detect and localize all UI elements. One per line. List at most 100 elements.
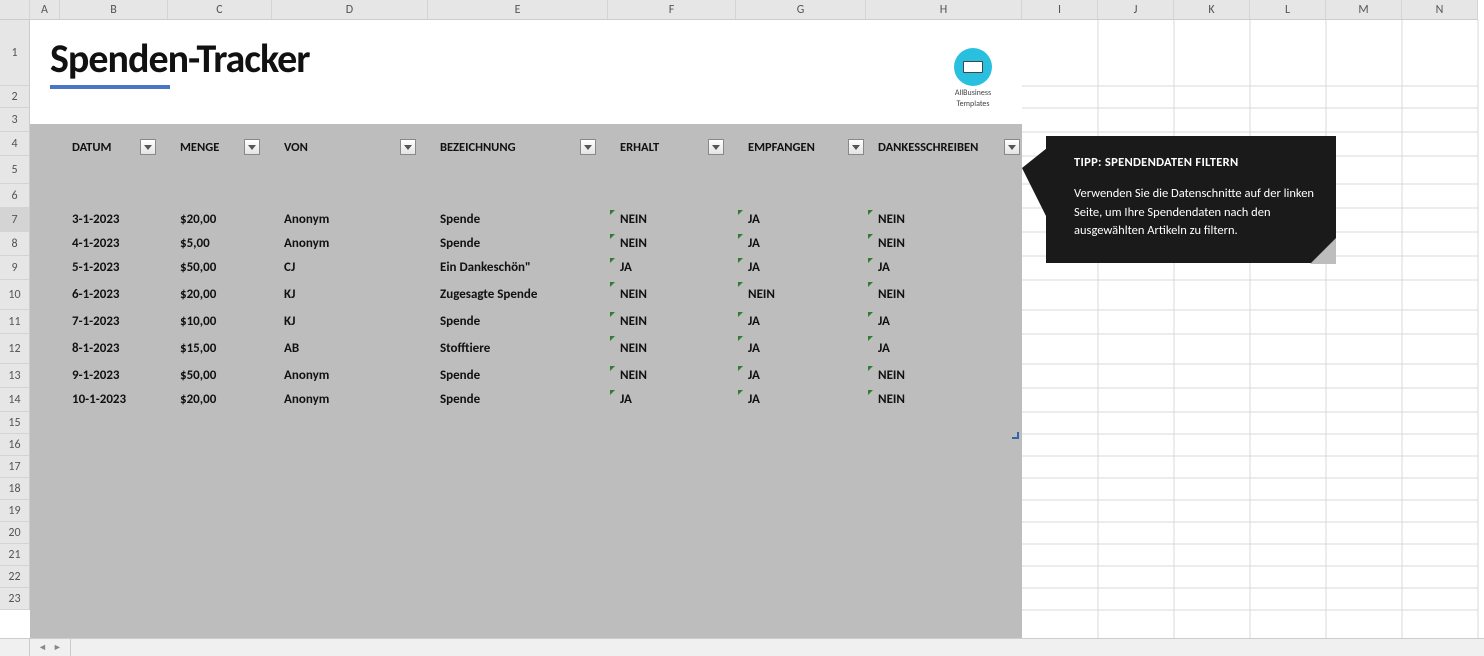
cell-menge[interactable]: $15,00 bbox=[180, 341, 216, 356]
cell-datum[interactable]: 4-1-2023 bbox=[72, 236, 120, 251]
cell-dank[interactable]: NEIN bbox=[878, 212, 905, 227]
column-header-H[interactable]: H bbox=[866, 0, 1022, 19]
row-header-3[interactable]: 3 bbox=[0, 108, 30, 132]
cell-bezeichnung[interactable]: Spende bbox=[440, 368, 480, 383]
column-header-E[interactable]: E bbox=[428, 0, 608, 19]
row-header-17[interactable]: 17 bbox=[0, 456, 30, 478]
tab-nav-next-icon[interactable]: ► bbox=[53, 642, 62, 653]
header-bezeichnung-filter-button[interactable] bbox=[580, 139, 596, 155]
cell-empfangen[interactable]: NEIN bbox=[748, 287, 775, 302]
row-header-20[interactable]: 20 bbox=[0, 522, 30, 544]
header-empfangen-filter-button[interactable] bbox=[848, 139, 864, 155]
header-von-filter-button[interactable] bbox=[400, 139, 416, 155]
cell-datum[interactable]: 6-1-2023 bbox=[72, 287, 120, 302]
cell-dank[interactable]: JA bbox=[878, 341, 890, 356]
row-header-8[interactable]: 8 bbox=[0, 232, 30, 256]
row-header-22[interactable]: 22 bbox=[0, 566, 30, 588]
column-header-D[interactable]: D bbox=[272, 0, 428, 19]
row-header-6[interactable]: 6 bbox=[0, 184, 30, 208]
cell-datum[interactable]: 5-1-2023 bbox=[72, 260, 120, 275]
column-header-N[interactable]: N bbox=[1402, 0, 1478, 19]
cell-menge[interactable]: $20,00 bbox=[180, 392, 216, 407]
column-header-B[interactable]: B bbox=[60, 0, 168, 19]
cell-von[interactable]: KJ bbox=[284, 287, 295, 302]
cell-datum[interactable]: 7-1-2023 bbox=[72, 314, 120, 329]
cell-erhalt[interactable]: NEIN bbox=[620, 341, 647, 356]
cell-menge[interactable]: $50,00 bbox=[180, 260, 216, 275]
cell-datum[interactable]: 8-1-2023 bbox=[72, 341, 120, 356]
cell-empfangen[interactable]: JA bbox=[748, 368, 760, 383]
row-header-18[interactable]: 18 bbox=[0, 478, 30, 500]
cell-dank[interactable]: NEIN bbox=[878, 236, 905, 251]
cell-dank[interactable]: NEIN bbox=[878, 392, 905, 407]
cell-von[interactable]: KJ bbox=[284, 314, 295, 329]
cell-menge[interactable]: $20,00 bbox=[180, 212, 216, 227]
cell-erhalt[interactable]: NEIN bbox=[620, 236, 647, 251]
column-header-J[interactable]: J bbox=[1098, 0, 1174, 19]
select-all-button[interactable] bbox=[0, 0, 30, 19]
row-header-4[interactable]: 4 bbox=[0, 132, 30, 156]
row-header-13[interactable]: 13 bbox=[0, 364, 30, 388]
cell-erhalt[interactable]: JA bbox=[620, 392, 632, 407]
cell-menge[interactable]: $5,00 bbox=[180, 236, 210, 251]
tab-nav-prev-icon[interactable]: ◄ bbox=[38, 642, 47, 653]
column-header-A[interactable]: A bbox=[30, 0, 60, 19]
row-header-23[interactable]: 23 bbox=[0, 588, 30, 610]
cell-datum[interactable]: 10-1-2023 bbox=[72, 392, 126, 407]
row-header-21[interactable]: 21 bbox=[0, 544, 30, 566]
row-header-1[interactable]: 1 bbox=[0, 20, 30, 86]
cell-erhalt[interactable]: NEIN bbox=[620, 287, 647, 302]
column-header-I[interactable]: I bbox=[1022, 0, 1098, 19]
row-header-14[interactable]: 14 bbox=[0, 388, 30, 412]
cell-erhalt[interactable]: JA bbox=[620, 260, 632, 275]
row-header-11[interactable]: 11 bbox=[0, 310, 30, 334]
header-datum-filter-button[interactable] bbox=[140, 139, 156, 155]
row-header-16[interactable]: 16 bbox=[0, 434, 30, 456]
row-header-7[interactable]: 7 bbox=[0, 208, 30, 232]
cell-empfangen[interactable]: JA bbox=[748, 341, 760, 356]
column-header-K[interactable]: K bbox=[1174, 0, 1250, 19]
cell-datum[interactable]: 3-1-2023 bbox=[72, 212, 120, 227]
cell-bezeichnung[interactable]: Spende bbox=[440, 212, 480, 227]
row-header-2[interactable]: 2 bbox=[0, 86, 30, 108]
cell-empfangen[interactable]: JA bbox=[748, 212, 760, 227]
cell-menge[interactable]: $50,00 bbox=[180, 368, 216, 383]
cell-von[interactable]: Anonym bbox=[284, 212, 329, 227]
cell-dank[interactable]: NEIN bbox=[878, 287, 905, 302]
cell-bezeichnung[interactable]: Zugesagte Spende bbox=[440, 287, 537, 302]
cell-erhalt[interactable]: NEIN bbox=[620, 212, 647, 227]
cell-menge[interactable]: $20,00 bbox=[180, 287, 216, 302]
cell-empfangen[interactable]: JA bbox=[748, 314, 760, 329]
cell-erhalt[interactable]: NEIN bbox=[620, 368, 647, 383]
cell-von[interactable]: Anonym bbox=[284, 368, 329, 383]
cell-menge[interactable]: $10,00 bbox=[180, 314, 216, 329]
column-header-F[interactable]: F bbox=[608, 0, 736, 19]
row-header-19[interactable]: 19 bbox=[0, 500, 30, 522]
column-header-G[interactable]: G bbox=[736, 0, 866, 19]
row-header-5[interactable]: 5 bbox=[0, 156, 30, 184]
cell-datum[interactable]: 9-1-2023 bbox=[72, 368, 120, 383]
header-menge-filter-button[interactable] bbox=[244, 139, 260, 155]
cell-empfangen[interactable]: JA bbox=[748, 236, 760, 251]
row-header-10[interactable]: 10 bbox=[0, 280, 30, 310]
cell-bezeichnung[interactable]: Spende bbox=[440, 392, 480, 407]
row-header-12[interactable]: 12 bbox=[0, 334, 30, 364]
cell-bezeichnung[interactable]: Spende bbox=[440, 314, 480, 329]
column-header-L[interactable]: L bbox=[1250, 0, 1326, 19]
cell-von[interactable]: CJ bbox=[284, 260, 295, 275]
cell-bezeichnung[interactable]: Ein Dankeschön" bbox=[440, 260, 531, 275]
cell-von[interactable]: AB bbox=[284, 341, 299, 356]
cell-bezeichnung[interactable]: Spende bbox=[440, 236, 480, 251]
cell-empfangen[interactable]: JA bbox=[748, 392, 760, 407]
row-header-15[interactable]: 15 bbox=[0, 412, 30, 434]
grid-body[interactable]: Spenden-Tracker AllBusiness Templates DA… bbox=[30, 20, 1484, 638]
cell-von[interactable]: Anonym bbox=[284, 392, 329, 407]
cell-dank[interactable]: JA bbox=[878, 314, 890, 329]
header-erhalt-filter-button[interactable] bbox=[708, 139, 724, 155]
cell-bezeichnung[interactable]: Stofftiere bbox=[440, 341, 490, 356]
cell-empfangen[interactable]: JA bbox=[748, 260, 760, 275]
column-header-M[interactable]: M bbox=[1326, 0, 1402, 19]
tab-nav-buttons[interactable]: ◄ ► bbox=[30, 639, 71, 656]
cell-erhalt[interactable]: NEIN bbox=[620, 314, 647, 329]
cell-dank[interactable]: NEIN bbox=[878, 368, 905, 383]
